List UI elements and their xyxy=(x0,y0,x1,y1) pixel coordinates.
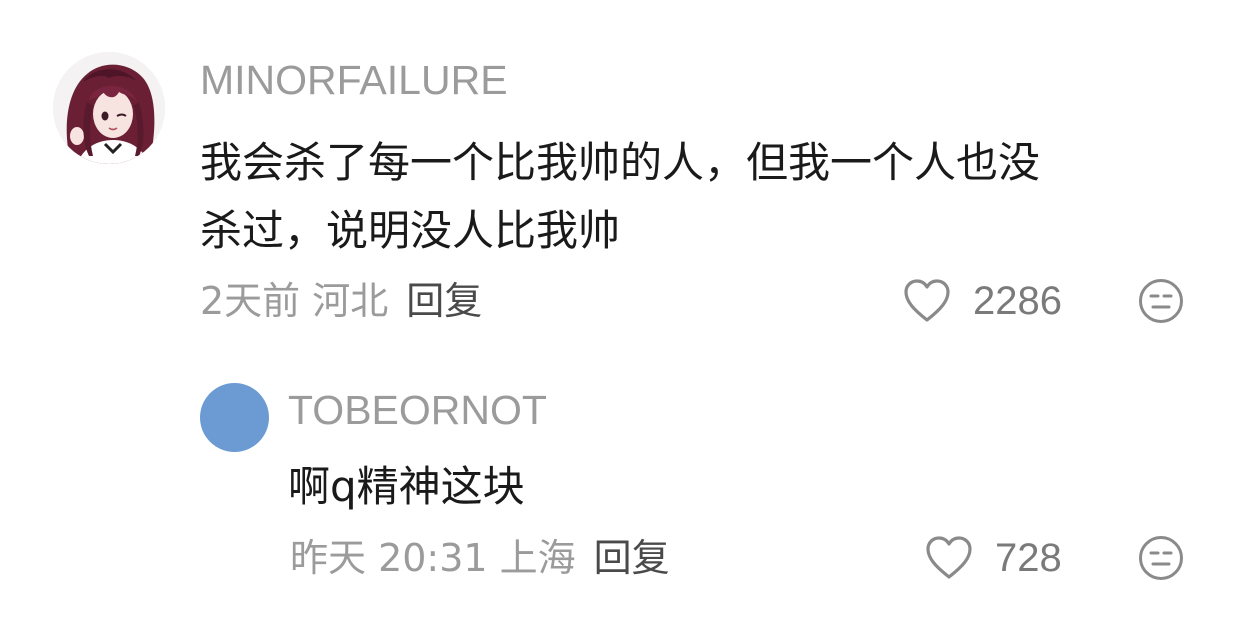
reply-like-button[interactable]: 728 xyxy=(925,535,1062,581)
neutral-face-icon xyxy=(1139,279,1183,323)
reply-meta: 昨天 20:31 上海 回复 xyxy=(290,539,670,577)
anime-avatar-icon xyxy=(53,52,165,164)
heart-outline-icon xyxy=(926,536,972,579)
reply-dislike-button[interactable] xyxy=(1138,535,1184,585)
comment-meta: 2天前 河北 回复 xyxy=(200,282,482,320)
neutral-face-icon xyxy=(1139,536,1183,580)
comment-text-line-1: 我会杀了每一个比我帅的人，但我一个人也没 xyxy=(200,138,1041,187)
comment-thread: MINORFAILURE 我会杀了每一个比我帅的人，但我一个人也没 杀过，说明没… xyxy=(0,0,1260,617)
heart-outline-icon xyxy=(904,279,950,322)
dislike-button[interactable] xyxy=(1138,278,1184,328)
username[interactable]: MINORFAILURE xyxy=(200,60,508,101)
user-avatar[interactable] xyxy=(53,52,165,164)
reply-reply-button[interactable]: 回复 xyxy=(594,536,670,580)
like-count: 2286 xyxy=(973,279,1062,323)
reply-button[interactable]: 回复 xyxy=(406,279,482,323)
like-button[interactable]: 2286 xyxy=(903,278,1062,324)
reply-text: 啊q精神这块 xyxy=(288,462,525,511)
reply-like-count: 728 xyxy=(995,536,1062,580)
reply-user-avatar[interactable] xyxy=(200,383,269,452)
timestamp-location: 2天前 河北 xyxy=(200,279,389,323)
reply-timestamp-location: 昨天 20:31 上海 xyxy=(290,536,576,580)
comment-text-line-2: 杀过，说明没人比我帅 xyxy=(200,206,621,255)
reply-username[interactable]: TOBEORNOT xyxy=(288,390,547,431)
